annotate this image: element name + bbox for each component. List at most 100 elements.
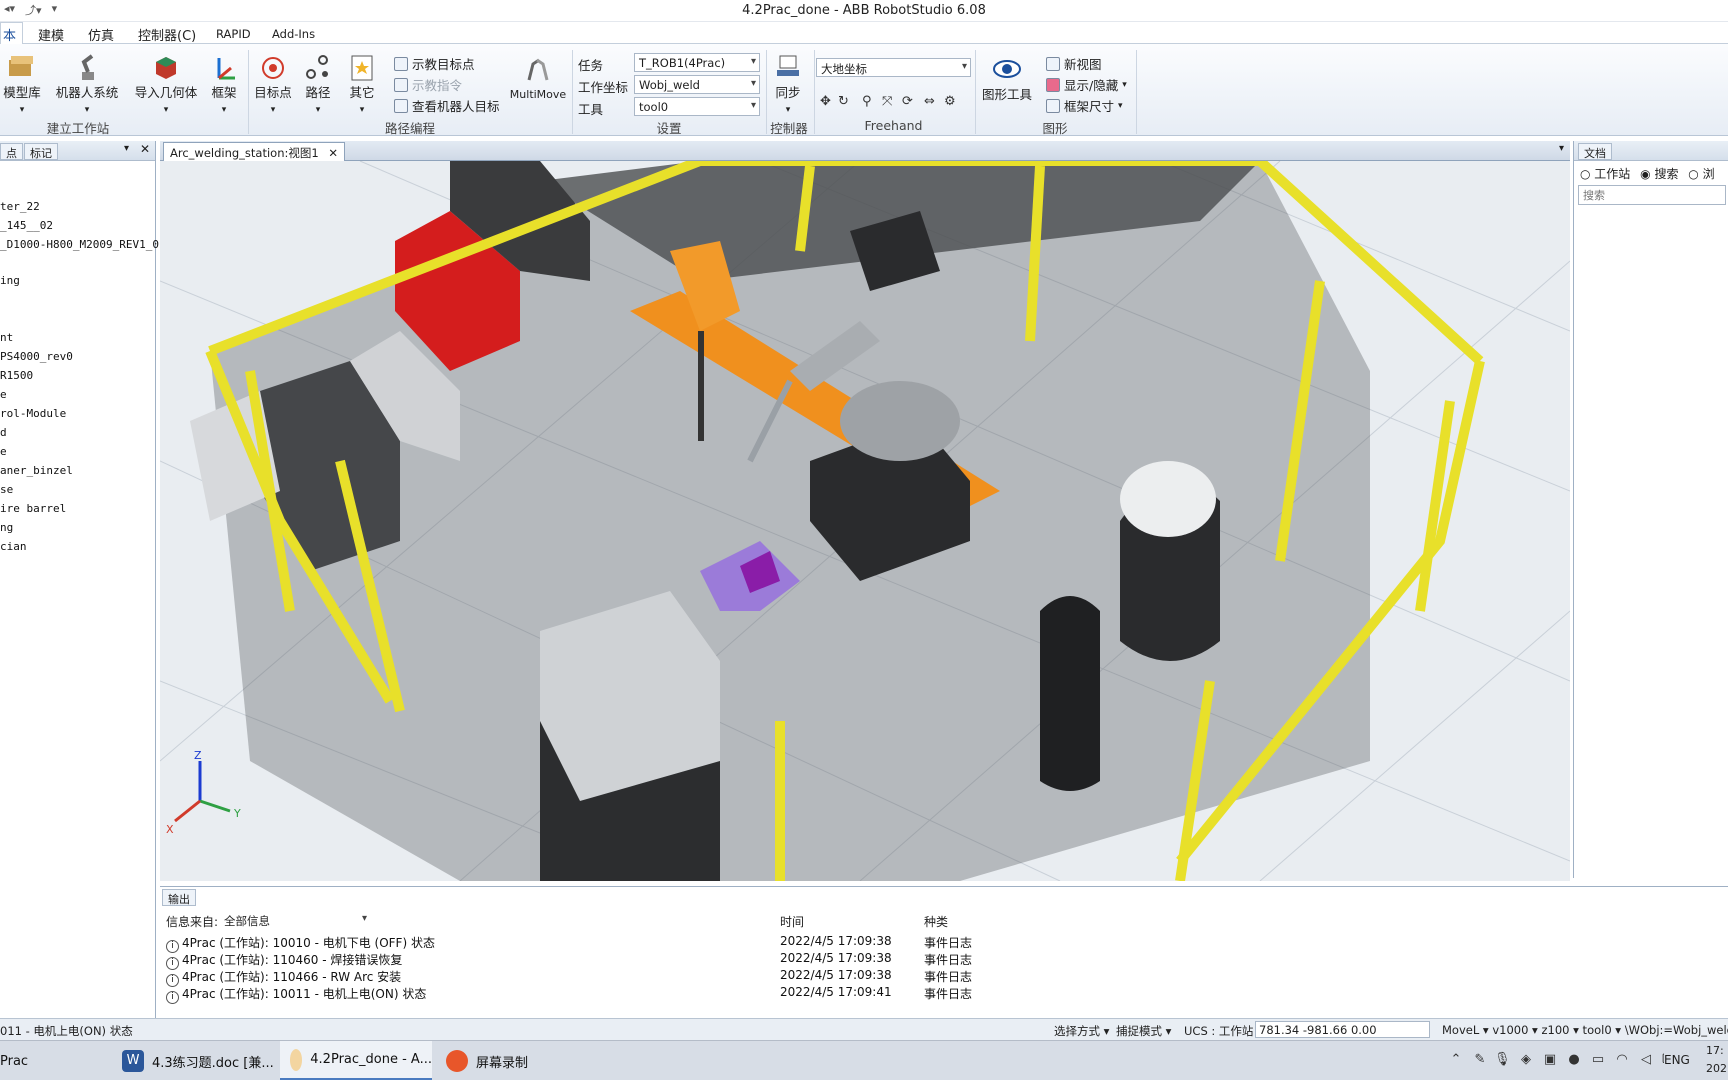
geometry-icon xyxy=(156,57,176,79)
freehand-jog-linear-icon[interactable]: ⤧ xyxy=(882,94,898,110)
battery-icon[interactable]: ▭ xyxy=(1590,1052,1606,1068)
radio-browse[interactable]: ○ 浏 xyxy=(1688,167,1714,181)
close-icon[interactable]: ✕ xyxy=(328,146,338,160)
viewport-menu-icon[interactable]: ▾ xyxy=(1559,143,1564,154)
filter-select[interactable]: 全部信息 xyxy=(220,911,370,930)
teach-instruction-button[interactable]: 示教指令 xyxy=(394,75,462,94)
tree-item[interactable]: ire barrel xyxy=(0,502,66,515)
close-icon[interactable]: ✕ xyxy=(140,142,150,156)
pen-icon[interactable]: ✎ xyxy=(1472,1052,1488,1068)
language-indicator[interactable]: ENG xyxy=(1664,1053,1690,1067)
show-hide-button[interactable]: 显示/隐藏 ▾ xyxy=(1046,75,1127,94)
tab-output[interactable]: 输出 xyxy=(162,889,196,906)
taskbar-start-item[interactable]: Prac xyxy=(0,1041,110,1080)
tree-item[interactable]: se xyxy=(0,483,13,496)
tree-item[interactable]: d xyxy=(0,426,7,439)
new-view-button[interactable]: 新视图 xyxy=(1046,54,1102,73)
workobject-select[interactable]: Wobj_weld xyxy=(634,75,760,94)
new-view-icon xyxy=(1046,56,1060,71)
multimove-button[interactable]: MultiMove xyxy=(508,54,568,102)
log-row[interactable]: i 4Prac (工作站): 10011 - 电机上电(ON) 状态 xyxy=(166,985,426,1004)
import-geometry-button[interactable]: 导入几何体 ▾ xyxy=(130,52,202,118)
tree-item[interactable]: e xyxy=(0,388,7,401)
graphics-tools-button[interactable]: 图形工具 xyxy=(978,54,1036,102)
frame-button[interactable]: 框架 ▾ xyxy=(206,52,242,118)
tab-modeling[interactable]: 建模 xyxy=(38,25,64,44)
tree-item[interactable]: cian xyxy=(0,540,27,553)
ucs-indicator: UCS : 工作站 xyxy=(1184,1024,1254,1038)
gas-bottle-cap xyxy=(1120,461,1216,537)
path-icon xyxy=(306,55,328,79)
tree-item[interactable]: PS4000_rev0 xyxy=(0,350,73,363)
station-3d-scene[interactable]: Z Y X xyxy=(160,161,1570,881)
taskbar-app-robotstudio[interactable]: 4.2Prac_done - A... xyxy=(280,1041,432,1080)
reference-frame-select[interactable]: 大地坐标 xyxy=(816,58,971,77)
svg-text:Z: Z xyxy=(194,749,202,762)
tab-tags[interactable]: 标记 xyxy=(24,143,58,160)
radio-search[interactable]: ◉ 搜索 xyxy=(1640,167,1678,181)
tray-status-icon[interactable]: ● xyxy=(1566,1052,1582,1068)
snap-mode-button[interactable]: 捕捉模式 ▾ xyxy=(1116,1023,1171,1039)
tree-item[interactable]: _D1000-H800_M2009_REV1_01 xyxy=(0,238,166,251)
frame-size-button[interactable]: 框架尺寸 ▾ xyxy=(1046,96,1123,115)
tool-label: 工具 xyxy=(578,102,604,117)
view-robot-target-button[interactable]: 查看机器人目标 xyxy=(394,96,500,115)
tree-item[interactable]: _145__02 xyxy=(0,219,53,232)
tab-view1[interactable]: Arc_welding_station:视图1 ✕ xyxy=(163,142,345,161)
workobject-label: 工作坐标 xyxy=(578,80,629,95)
view-target-icon xyxy=(394,98,408,113)
coordinates-readout: 781.34 -981.66 0.00 xyxy=(1255,1021,1430,1038)
app-tray-icon[interactable]: ◈ xyxy=(1518,1052,1534,1068)
panel-menu-icon[interactable]: ▾ xyxy=(124,143,129,154)
chevron-up-icon[interactable]: ⌃ xyxy=(1448,1052,1464,1068)
task-select[interactable]: T_ROB1(4Prac) xyxy=(634,53,760,72)
screen-recorder-icon xyxy=(446,1050,468,1072)
radio-station[interactable]: ○ 工作站 xyxy=(1580,167,1630,181)
freehand-move-icon[interactable]: ✥ xyxy=(820,94,836,110)
other-button[interactable]: 其它 ▾ xyxy=(344,52,380,118)
freehand-multi-robot-icon[interactable]: ⇔ xyxy=(924,94,940,110)
freehand-jog-joint-icon[interactable]: ⚲ xyxy=(862,94,878,110)
tab-controller[interactable]: 控制器(C) xyxy=(138,25,196,44)
path-button[interactable]: 路径 ▾ xyxy=(300,52,336,118)
ribbon-separator xyxy=(814,50,815,134)
document-search-input[interactable] xyxy=(1578,185,1726,205)
tab-home[interactable]: 本 xyxy=(0,22,24,45)
clock-date[interactable]: 202 xyxy=(1706,1062,1727,1075)
tree-item[interactable]: R1500 xyxy=(0,369,33,382)
taskbar-app-word[interactable]: W 4.3练习题.doc [兼... xyxy=(122,1041,274,1080)
tool-select[interactable]: tool0 xyxy=(634,97,760,116)
log-time: 2022/4/5 17:09:38 xyxy=(780,951,892,965)
tree-item[interactable]: ng xyxy=(0,521,13,534)
clock-time[interactable]: 17: xyxy=(1706,1044,1724,1057)
selection-mode-button[interactable]: 选择方式 ▾ xyxy=(1054,1023,1109,1039)
sync-button[interactable]: 同步 ▾ xyxy=(770,52,806,118)
status-bar: 011 - 电机上电(ON) 状态 选择方式 ▾ 捕捉模式 ▾ UCS : 工作… xyxy=(0,1018,1728,1040)
tab-documents[interactable]: 文档 xyxy=(1578,143,1612,160)
tray-icon[interactable]: ▣ xyxy=(1542,1052,1558,1068)
tab-addins[interactable]: Add-Ins xyxy=(272,27,315,41)
freehand-rotate-icon[interactable]: ↻ xyxy=(838,94,854,110)
robot-system-button[interactable]: 机器人系统 ▾ xyxy=(52,52,122,118)
tree-item[interactable]: ing xyxy=(0,274,20,287)
tree-item[interactable]: aner_binzel xyxy=(0,464,73,477)
tab-targets[interactable]: 点 xyxy=(0,143,23,160)
tab-simulation[interactable]: 仿真 xyxy=(88,25,114,44)
instruction-template[interactable]: MoveL ▾ v1000 ▾ z100 ▾ tool0 ▾ \WObj:=Wo… xyxy=(1442,1023,1728,1037)
wifi-icon[interactable]: ◠ xyxy=(1614,1052,1630,1068)
teach-target-button[interactable]: 示教目标点 xyxy=(394,54,475,73)
tree-item[interactable]: ter_22 xyxy=(0,200,40,213)
target-button[interactable]: 目标点 ▾ xyxy=(252,52,294,118)
tree-item[interactable]: nt xyxy=(0,331,13,344)
freehand-jog-reorient-icon[interactable]: ⟳ xyxy=(902,94,918,110)
tab-rapid[interactable]: RAPID xyxy=(216,27,251,41)
tree-item[interactable]: e xyxy=(0,445,7,458)
layout-browser-panel: 点 标记 ▾ ✕ ter_22 _145__02 _D1000-H800_M20… xyxy=(0,141,166,1018)
taskbar-app-recorder[interactable]: 屏幕录制 xyxy=(446,1041,586,1080)
freehand-more-icon[interactable]: ⚙ xyxy=(944,94,960,110)
model-library-button[interactable]: 模型库 ▾ xyxy=(0,52,44,118)
scope-radios: ○ 工作站 ◉ 搜索 ○ 浏 xyxy=(1580,165,1715,182)
tree-item[interactable]: rol-Module xyxy=(0,407,66,420)
volume-icon[interactable]: ◁ xyxy=(1638,1052,1654,1068)
microphone-icon[interactable]: 🎙 xyxy=(1494,1052,1511,1068)
